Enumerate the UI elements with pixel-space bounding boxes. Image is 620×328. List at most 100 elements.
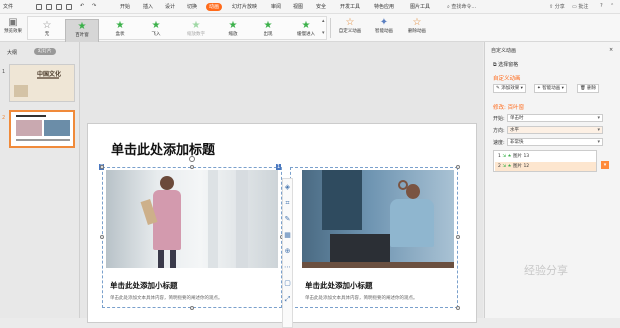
effect-appear[interactable]: ★ 出现 bbox=[253, 19, 283, 43]
share-button[interactable]: ⇪ 分享 bbox=[549, 3, 565, 10]
preview-icon: ▣ bbox=[8, 17, 18, 28]
modify-label: 修改: 百叶窗 bbox=[493, 105, 525, 111]
resize-handle[interactable] bbox=[190, 165, 194, 169]
help-icon[interactable]: ? bbox=[600, 3, 603, 9]
effect-blinds[interactable]: ★ 百叶窗 bbox=[65, 19, 99, 43]
export-icon[interactable] bbox=[46, 4, 52, 10]
resize-handle[interactable] bbox=[456, 165, 460, 169]
menu-review[interactable]: 审阅 bbox=[271, 3, 281, 10]
star-icon: ★ bbox=[115, 20, 125, 31]
comment-button[interactable]: ▭ 批注 bbox=[572, 3, 588, 10]
subtitle-right[interactable]: 单击此处添加小标题 bbox=[305, 280, 373, 291]
thumbnail-ornament bbox=[14, 85, 28, 97]
edit-icon[interactable]: ✎ bbox=[283, 211, 292, 227]
frame-icon[interactable]: ▢ bbox=[283, 275, 292, 291]
effect-slow-enter[interactable]: ★ 缓慢进入 bbox=[288, 19, 324, 43]
subtitle-left[interactable]: 单击此处添加小标题 bbox=[110, 280, 178, 291]
redo-icon[interactable]: ↷ bbox=[92, 3, 96, 9]
save-icon[interactable] bbox=[36, 4, 42, 10]
dropdown-arrow-icon[interactable]: ▾ bbox=[601, 161, 609, 169]
star-icon: ★ bbox=[77, 21, 87, 32]
search-command[interactable]: ⌕ 查找命令... bbox=[447, 3, 476, 10]
delete-animation-icon: ☆ bbox=[412, 17, 422, 28]
print-icon[interactable] bbox=[56, 4, 62, 10]
select-pane-icon: ⧉ bbox=[493, 62, 497, 68]
slide-thumbnail-1[interactable]: 中国文化 bbox=[9, 64, 75, 102]
gallery-up-icon[interactable]: ▴ bbox=[322, 18, 325, 24]
thumbnail-text-line bbox=[16, 139, 70, 141]
add-effect-button[interactable]: ✎ 添加效果 ▾ bbox=[493, 84, 526, 93]
photo-man[interactable] bbox=[302, 170, 454, 268]
woman-head bbox=[160, 176, 174, 190]
star-icon: ★ bbox=[151, 20, 161, 31]
smart-animation-button[interactable]: ✦ 智能动画 ▾ bbox=[534, 84, 567, 93]
menu-insert[interactable]: 插入 bbox=[143, 3, 153, 10]
animation-item-1[interactable]: 1 ⇲ ★ 图片 13 bbox=[495, 152, 596, 161]
menu-file[interactable]: 文件 bbox=[3, 3, 13, 10]
menu-animation[interactable]: 动画 bbox=[206, 3, 223, 11]
man-arm bbox=[398, 180, 408, 190]
resize-handle[interactable] bbox=[190, 306, 194, 310]
woman-leg bbox=[158, 250, 164, 268]
star-icon: ★ bbox=[263, 20, 273, 31]
effect-fly-in[interactable]: ★ 飞入 bbox=[140, 19, 172, 43]
resize-handle[interactable] bbox=[456, 235, 460, 239]
thumbnail-photo-2 bbox=[44, 120, 70, 136]
delete-animation-button[interactable]: ☆ 删除动画 bbox=[402, 16, 432, 40]
collapse-icon[interactable]: ⌃ bbox=[610, 3, 614, 9]
menu-picture-tools[interactable]: 图片工具 bbox=[410, 3, 430, 10]
resize-handle[interactable] bbox=[456, 306, 460, 310]
pillar bbox=[208, 170, 218, 268]
animation-order-badge: 1 bbox=[276, 164, 282, 170]
layers-icon[interactable]: ◈ bbox=[283, 179, 292, 195]
close-icon[interactable]: × bbox=[609, 47, 613, 53]
gallery-down-icon[interactable]: ▾ bbox=[322, 30, 325, 36]
tab-outline[interactable]: 大纲 bbox=[7, 49, 17, 56]
menu-developer[interactable]: 开发工具 bbox=[340, 3, 360, 10]
custom-animation-button[interactable]: ☆ 自定义动画 bbox=[334, 16, 366, 40]
slide-thumbnail-2[interactable] bbox=[9, 110, 75, 148]
menu-home[interactable]: 开始 bbox=[120, 3, 130, 10]
star-outline-icon: ☆ bbox=[42, 20, 52, 31]
crop-icon[interactable]: ⌗ bbox=[283, 195, 292, 211]
menu-transition[interactable]: 切换 bbox=[187, 3, 197, 10]
speed-select[interactable]: 非常快 bbox=[507, 138, 603, 146]
delete-button[interactable]: 🗑 删除 bbox=[577, 84, 600, 93]
undo-icon[interactable]: ↶ bbox=[80, 3, 84, 9]
animation-item-2[interactable]: 2 ⇲ ★ 图片 12 bbox=[495, 162, 596, 171]
preview-icon[interactable] bbox=[66, 4, 72, 10]
preview-effect-button[interactable]: ▣ 预览效果 bbox=[1, 16, 25, 40]
menu-view[interactable]: 视图 bbox=[293, 3, 303, 10]
slide-title[interactable]: 单击此处添加标题 bbox=[111, 139, 215, 158]
rotate-handle[interactable] bbox=[189, 156, 195, 162]
select-pane-link[interactable]: ⧉ 选择窗格 bbox=[493, 61, 518, 68]
menu-slideshow[interactable]: 幻灯片放映 bbox=[232, 3, 257, 10]
mouse-icon: ⇲ bbox=[502, 164, 507, 169]
effect-none[interactable]: ☆ 无 bbox=[32, 19, 62, 43]
thumbnail-title-line bbox=[16, 115, 46, 117]
body-text-right[interactable]: 单击此处添加文本具体内容，简明扼要的阐述你的观点。 bbox=[305, 295, 418, 301]
animation-list: 1 ⇲ ★ 图片 13 2 ⇲ ★ 图片 12 bbox=[493, 150, 597, 172]
direction-select[interactable]: 水平 bbox=[507, 126, 603, 134]
slide-number: 1 bbox=[2, 69, 6, 75]
effect-zoom[interactable]: ★ 缩放 bbox=[218, 19, 248, 43]
resize-handle[interactable] bbox=[100, 235, 104, 239]
resize-handle[interactable] bbox=[100, 165, 104, 169]
menubar: 文件 ↶ ↷ 开始 插入 设计 切换 动画 幻灯片放映 审阅 视图 安全 开发工… bbox=[0, 0, 620, 14]
pillar bbox=[236, 170, 248, 268]
effect-box[interactable]: ★ 盒状 bbox=[104, 19, 136, 43]
body-text-left[interactable]: 单击此处添加文本具体内容，简明扼要的阐述你的观点。 bbox=[110, 295, 223, 301]
menu-security[interactable]: 安全 bbox=[316, 3, 326, 10]
speed-label: 速度: bbox=[493, 140, 505, 146]
more-icon[interactable]: ⋯ bbox=[283, 259, 292, 275]
menu-design[interactable]: 设计 bbox=[165, 3, 175, 10]
start-select[interactable]: 单击时 bbox=[507, 114, 603, 122]
tab-slides[interactable]: 幻灯片 bbox=[34, 48, 56, 55]
smart-animation-button[interactable]: ✦ 智能动画 bbox=[368, 16, 400, 40]
menu-special[interactable]: 特色应用 bbox=[374, 3, 394, 10]
zoom-icon[interactable]: ⊕ bbox=[283, 243, 292, 259]
effect-zoom-number[interactable]: ★ 缩放数字 bbox=[178, 19, 214, 43]
photo-woman[interactable] bbox=[106, 170, 278, 268]
expand-icon[interactable]: ⤢ bbox=[283, 291, 292, 307]
picture-icon[interactable]: ▦ bbox=[283, 227, 292, 243]
